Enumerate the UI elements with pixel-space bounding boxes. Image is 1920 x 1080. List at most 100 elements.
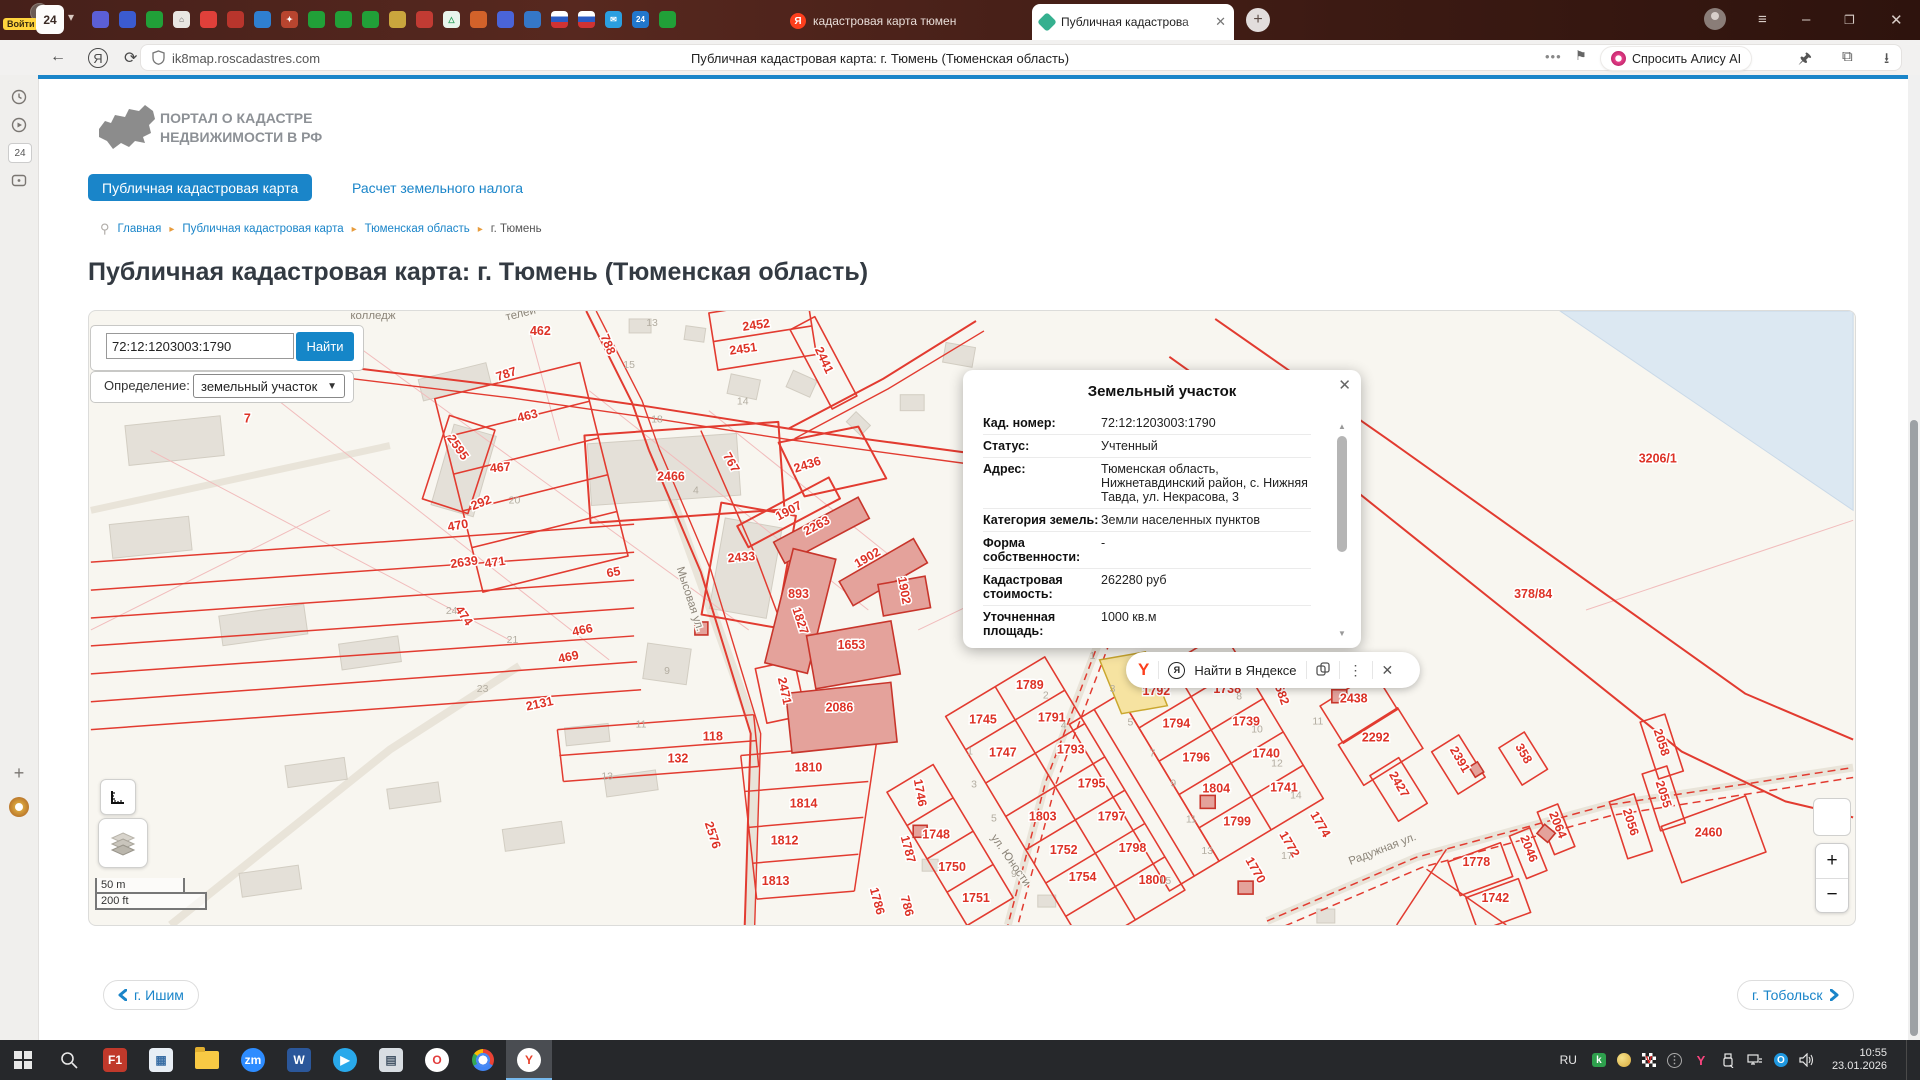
extension-icon[interactable]: 🖈 xyxy=(1798,48,1812,73)
tab-active[interactable]: Публичная кадастрова ✕ xyxy=(1032,4,1234,40)
fullscreen-button[interactable] xyxy=(1813,798,1851,836)
close-button[interactable]: ✕ xyxy=(1890,11,1903,29)
volume-icon[interactable] xyxy=(1799,1052,1815,1068)
add-panel-icon[interactable]: + xyxy=(9,763,29,783)
bookmark-globe-icon[interactable] xyxy=(254,11,271,28)
page-scroll-thumb[interactable] xyxy=(1910,420,1918,1036)
popup-close-icon[interactable]: ✕ xyxy=(1338,376,1351,394)
bookmark-sheets3-icon[interactable] xyxy=(335,11,352,28)
taskbar-faststone-icon[interactable]: F1 xyxy=(92,1040,138,1080)
site-tab-cadastral-map[interactable]: Публичная кадастровая карта xyxy=(88,174,312,201)
bookmark-building-icon[interactable]: ⌂ xyxy=(173,11,190,28)
bookmark-red-app-icon[interactable] xyxy=(200,11,217,28)
chevron-down-icon[interactable]: ▾ xyxy=(68,10,74,24)
find-button[interactable]: Найти xyxy=(296,332,354,361)
taskbar-chrome-icon[interactable] xyxy=(460,1040,506,1080)
kaspersky-icon[interactable]: k xyxy=(1592,1053,1606,1067)
bookmark-chip-24-icon[interactable]: 24 xyxy=(632,11,649,28)
shield-icon[interactable] xyxy=(152,50,165,70)
bookmark-globe2-icon[interactable] xyxy=(524,11,541,28)
reload-button[interactable]: ⟳ xyxy=(124,48,137,68)
ask-alice-button[interactable]: Спросить Алису AI xyxy=(1600,46,1752,71)
tab-close-icon[interactable]: ✕ xyxy=(1215,14,1226,30)
close-toolbar-icon[interactable]: ✕ xyxy=(1382,662,1394,679)
measure-button[interactable] xyxy=(100,779,136,815)
cadastral-number-input[interactable] xyxy=(106,333,294,359)
bookmark-grid-icon[interactable] xyxy=(119,11,136,28)
more-icon[interactable]: ••• xyxy=(1545,49,1562,64)
bookmark-flag-ru-icon[interactable] xyxy=(551,11,568,28)
definition-select[interactable]: земельный участок ▼ xyxy=(193,374,345,398)
tabs-sync-icon[interactable]: ⧉ xyxy=(1842,48,1853,65)
browser-update-icon[interactable]: O xyxy=(1774,1053,1788,1067)
bookmark-orange-app-icon[interactable] xyxy=(470,11,487,28)
taskbar-zoom-icon[interactable]: zm xyxy=(230,1040,276,1080)
sidebar-24-icon[interactable]: 24 xyxy=(8,143,32,163)
copy-icon[interactable] xyxy=(1316,662,1330,679)
network-icon[interactable] xyxy=(1747,1052,1763,1068)
taskbar-explorer-icon[interactable] xyxy=(184,1040,230,1080)
taskbar-calculator-icon[interactable]: ▦ xyxy=(138,1040,184,1080)
more-vertical-icon[interactable]: ⋮ xyxy=(1349,662,1363,679)
bookmark-crest-gold-icon[interactable] xyxy=(389,11,406,28)
taskbar-scanner-icon[interactable]: ▤ xyxy=(368,1040,414,1080)
bookmark-sheets2-icon[interactable] xyxy=(308,11,325,28)
layers-button[interactable] xyxy=(98,818,148,868)
vnc-icon[interactable]: V xyxy=(1642,1053,1656,1067)
downloads-icon[interactable]: ⭳ xyxy=(1884,48,1889,73)
browser-avatar-icon[interactable] xyxy=(1704,8,1726,30)
taskbar-word-icon[interactable]: W xyxy=(276,1040,322,1080)
messenger-icon[interactable] xyxy=(9,171,29,191)
minimize-button[interactable]: – xyxy=(1802,11,1810,28)
taskbar-telegram-icon[interactable]: ▶ xyxy=(322,1040,368,1080)
bookmark-sheets5-icon[interactable] xyxy=(659,11,676,28)
bookmark-cart-icon[interactable] xyxy=(497,11,514,28)
site-tab-land-tax[interactable]: Расчет земельного налога xyxy=(352,180,523,196)
breadcrumb-item[interactable]: Тюменская область xyxy=(365,223,470,235)
breadcrumb-item[interactable]: Главная xyxy=(118,223,162,235)
next-city-button[interactable]: г. Тобольск xyxy=(1737,980,1854,1010)
yandex-tray-icon[interactable]: Y xyxy=(1693,1052,1709,1068)
taskbar-opera-icon[interactable]: O xyxy=(414,1040,460,1080)
scroll-down-icon[interactable]: ▼ xyxy=(1338,629,1346,638)
bookmark-sheets-icon[interactable] xyxy=(146,11,163,28)
banana-app-icon[interactable] xyxy=(1617,1053,1631,1067)
bookmark-gerb-icon[interactable]: ✦ xyxy=(281,11,298,28)
scroll-thumb[interactable] xyxy=(1337,436,1347,552)
taskbar-clock[interactable]: 10:55 23.01.2026 xyxy=(1832,1047,1887,1073)
start-button[interactable] xyxy=(0,1040,46,1080)
url-text[interactable]: ik8map.roscadastres.com xyxy=(172,51,320,66)
show-desktop-button[interactable] xyxy=(1906,1040,1914,1080)
more-tray-icon[interactable]: ⋮ xyxy=(1667,1053,1682,1068)
yandex-home-icon[interactable]: Я xyxy=(88,48,108,68)
tab-counter-button[interactable]: 24 xyxy=(36,5,64,34)
bookmark-mail-icon[interactable]: ✉ xyxy=(605,11,622,28)
bookmark-icon[interactable]: ⚑ xyxy=(1575,48,1587,64)
language-indicator[interactable]: RU xyxy=(1560,1053,1577,1067)
bookmark-sheets4-icon[interactable] xyxy=(362,11,379,28)
login-button[interactable]: Войти xyxy=(3,18,38,30)
site-logo-icon[interactable] xyxy=(95,103,157,160)
bookmark-crest-red-icon[interactable] xyxy=(416,11,433,28)
video-icon[interactable] xyxy=(9,115,29,135)
usb-icon[interactable] xyxy=(1720,1052,1736,1068)
bookmark-triangle-icon[interactable]: △ xyxy=(443,11,460,28)
alice-sidebar-icon[interactable] xyxy=(9,797,29,817)
popup-scrollbar[interactable]: ▲ ▼ xyxy=(1336,422,1349,638)
prev-city-button[interactable]: г. Ишим xyxy=(103,980,199,1010)
zoom-out-button[interactable]: − xyxy=(1816,879,1848,913)
taskbar-yandex-icon[interactable]: Y xyxy=(506,1040,552,1080)
new-tab-button[interactable]: + xyxy=(1246,8,1270,32)
menu-icon[interactable]: ≡ xyxy=(1758,11,1767,28)
search-button[interactable] xyxy=(46,1040,92,1080)
yandex-search-button[interactable]: Найти в Яндексе xyxy=(1194,663,1296,678)
zoom-in-button[interactable]: + xyxy=(1816,844,1848,878)
bookmark-cube-icon[interactable] xyxy=(92,11,109,28)
scroll-up-icon[interactable]: ▲ xyxy=(1338,422,1346,431)
tab-inactive[interactable]: Я кадастровая карта тюмен xyxy=(782,6,1036,36)
back-button[interactable]: ← xyxy=(50,48,66,66)
bookmark-flag-ru2-icon[interactable] xyxy=(578,11,595,28)
history-icon[interactable] xyxy=(9,87,29,107)
bookmark-c-emblem-icon[interactable] xyxy=(227,11,244,28)
breadcrumb-item[interactable]: Публичная кадастровая карта xyxy=(182,223,343,235)
